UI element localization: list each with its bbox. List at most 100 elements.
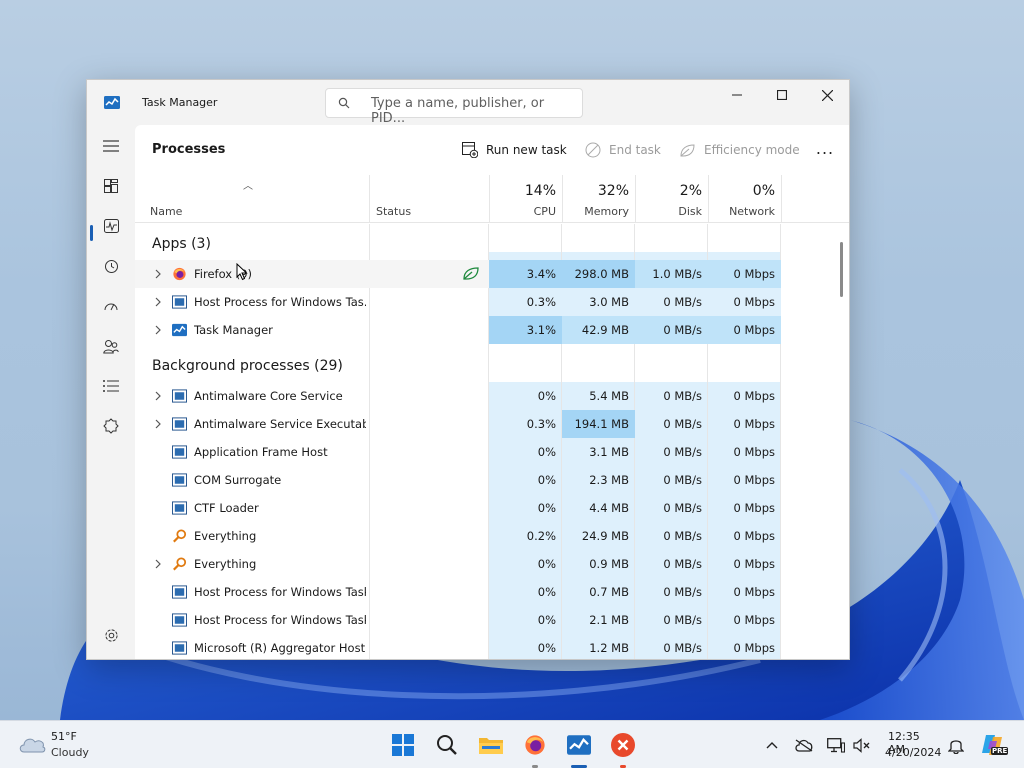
network-cell: 0 Mbps [733,501,776,515]
hamburger-menu-button[interactable] [97,132,125,160]
cpu-cell: 0% [537,473,556,487]
process-row-task-manager[interactable]: Task Manager 3.1% 42.9 MB 0 MB/s 0 Mbps [135,316,781,344]
expand-chevron-icon[interactable] [154,418,162,430]
nav-processes[interactable] [97,172,125,200]
show-hidden-icons-button[interactable] [759,731,785,759]
column-disk-label: Disk [678,205,702,218]
clock-button[interactable]: 12:35 AM 4/20/2024 [878,721,941,768]
nav-settings[interactable] [97,621,125,649]
column-disk[interactable]: 2% Disk [635,175,709,223]
nav-services[interactable] [97,412,125,440]
column-cpu[interactable]: 14% CPU [489,175,563,223]
display-network-icon [827,737,845,753]
weather-temperature: 51°F [51,730,77,743]
minimize-icon [732,94,742,96]
copilot-button[interactable]: PRE [978,731,1009,759]
nav-startup-apps[interactable] [97,292,125,320]
maximize-button[interactable] [759,80,805,110]
column-network[interactable]: 0% Network [708,175,782,223]
network-status-button[interactable] [823,731,849,759]
efficiency-leaf-icon [680,143,695,156]
mouse-cursor-icon [236,263,248,281]
start-button[interactable] [389,731,417,759]
expand-chevron-icon[interactable] [154,296,162,308]
column-name[interactable]: ︿ Name [135,175,370,223]
onedrive-status-button[interactable] [791,731,817,759]
column-status[interactable]: Status [370,175,490,223]
process-row[interactable]: Host Process for Windows Tasks 0% 0.7 MB… [135,578,781,606]
expand-chevron-icon[interactable] [154,324,162,336]
expand-chevron-icon[interactable] [154,390,162,402]
app-history-icon [104,259,118,273]
process-row[interactable]: Application Frame Host 0% 3.1 MB 0 MB/s … [135,438,781,466]
users-icon [103,339,119,353]
process-row[interactable]: Antimalware Service Executable 0.3% 194.… [135,410,781,438]
startup-apps-icon [104,303,118,311]
group-header-background[interactable]: Background processes (29) [152,358,343,374]
weather-widget[interactable]: 51°F Cloudy [14,727,104,763]
maximize-icon [777,90,787,100]
nav-users[interactable] [97,332,125,360]
memory-cell: 3.0 MB [562,288,635,316]
search-button[interactable] [433,731,461,759]
everything-magnifier-icon [173,529,187,543]
more-options-button[interactable]: ... [811,139,839,161]
window-process-icon [172,641,187,655]
disk-cell: 0 MB/s [663,501,702,515]
end-task-button[interactable]: End task [585,137,661,163]
window-process-icon [172,445,187,459]
column-name-label: Name [150,205,183,218]
process-name: Microsoft (R) Aggregator Host [194,641,366,655]
group-header-apps[interactable]: Apps (3) [152,236,211,252]
process-row[interactable]: COM Surrogate 0% 2.3 MB 0 MB/s 0 Mbps [135,466,781,494]
column-memory[interactable]: 32% Memory [562,175,636,223]
process-row[interactable]: Everything 0% 0.9 MB 0 MB/s 0 Mbps [135,550,781,578]
run-new-task-button[interactable]: Run new task [462,137,567,163]
expand-chevron-icon[interactable] [154,558,162,570]
process-row-host-process[interactable]: Host Process for Windows Tas... 0.3% 3.0… [135,288,781,316]
firefox-taskbar-button[interactable] [521,731,549,759]
task-manager-window: Task Manager Type a name, publisher, or … [86,79,850,660]
details-icon [103,380,119,392]
process-row[interactable]: Antimalware Core Service 0% 5.4 MB 0 MB/… [135,382,781,410]
nav-app-history[interactable] [97,252,125,280]
nav-performance[interactable] [97,212,125,240]
app-taskbar-button[interactable] [609,731,637,759]
task-manager-icon [172,323,187,337]
cloud-offline-icon [795,738,813,752]
process-row[interactable]: Host Process for Windows Tasks 0% 2.1 MB… [135,606,781,634]
process-row[interactable]: CTF Loader 0% 4.4 MB 0 MB/s 0 Mbps [135,494,781,522]
end-task-label: End task [609,143,661,157]
folder-icon [479,738,503,754]
memory-cell: 42.9 MB [562,316,635,344]
process-row-firefox[interactable]: Firefox (9) 3.4% 298.0 MB 1.0 MB/s 0 Mbp… [135,260,781,288]
column-status-label: Status [376,205,412,218]
cpu-cell: 0% [537,641,556,655]
windows-logo-icon [392,734,414,756]
process-row[interactable]: Microsoft (R) Aggregator Host 0% 1.2 MB … [135,634,781,659]
close-button[interactable] [804,80,849,110]
search-box[interactable]: Type a name, publisher, or PID... [325,88,583,126]
volume-button[interactable] [849,731,875,759]
process-row[interactable]: Everything 0.2% 24.9 MB 0 MB/s 0 Mbps [135,522,781,550]
efficiency-mode-button[interactable]: Efficiency mode [679,137,800,163]
memory-cell: 298.0 MB [562,260,635,288]
notifications-button[interactable] [943,731,969,759]
file-explorer-button[interactable] [477,731,505,759]
processes-page: Processes Run new task End task Efficien… [135,125,849,659]
column-network-label: Network [729,205,775,218]
memory-cell: 5.4 MB [589,389,629,403]
vertical-scrollbar[interactable] [840,242,843,297]
minimize-button[interactable] [714,80,760,110]
window-title: Task Manager [142,96,218,109]
disk-cell: 0 MB/s [663,529,702,543]
process-name: Host Process for Windows Tas... [194,295,366,309]
cpu-cell: 0% [537,585,556,599]
title-bar[interactable]: Task Manager Type a name, publisher, or … [87,80,849,126]
expand-chevron-icon[interactable] [154,268,162,280]
nav-details[interactable] [97,372,125,400]
task-manager-taskbar-button[interactable] [565,731,593,759]
disk-cell: 0 MB/s [663,557,702,571]
window-process-icon [172,473,187,487]
group-gap [489,344,781,382]
